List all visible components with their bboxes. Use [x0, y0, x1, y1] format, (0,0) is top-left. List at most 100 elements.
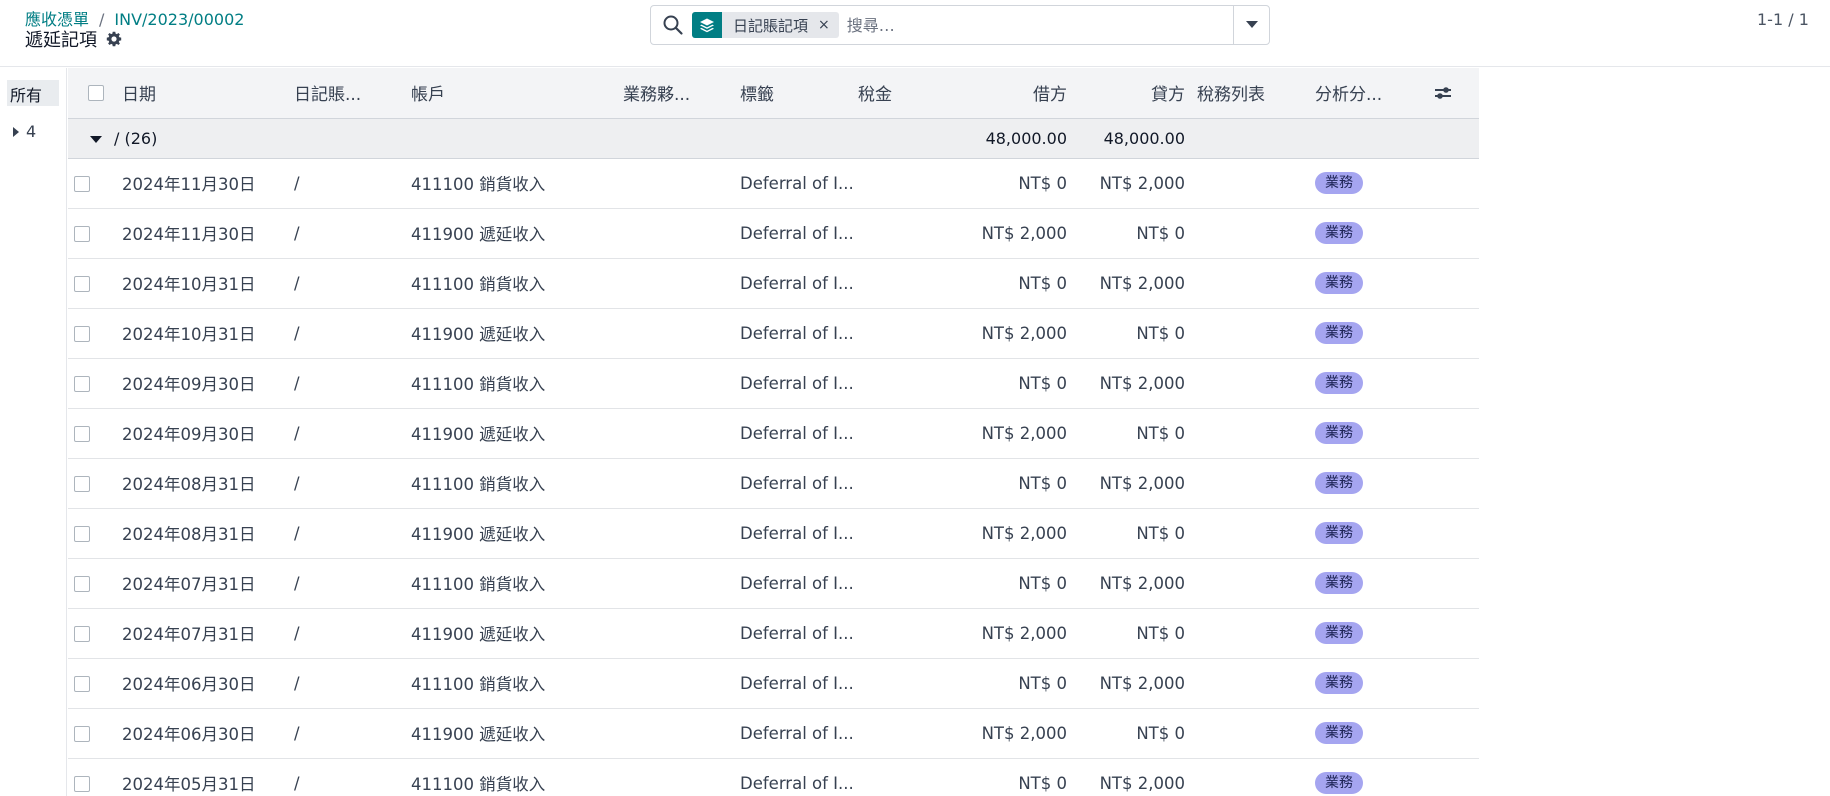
row-checkbox-cell[interactable]: [68, 558, 116, 609]
cell-tax[interactable]: [852, 158, 928, 209]
row-checkbox[interactable]: [74, 526, 90, 542]
table-row[interactable]: 2024年08月31日/411100 銷貨收入 Deferral of I... N…: [68, 458, 1479, 509]
cell-partner[interactable]: [617, 308, 734, 359]
cell-credit[interactable]: NT$ 2,000: [1073, 158, 1191, 209]
cell-account[interactable]: 411900 遞延收入: [405, 708, 617, 759]
column-account[interactable]: 帳戶: [405, 68, 617, 119]
cell-debit[interactable]: NT$ 2,000: [928, 608, 1073, 659]
cell-tax[interactable]: [852, 658, 928, 709]
column-debit[interactable]: 借方: [928, 68, 1073, 119]
cell-journal[interactable]: /: [288, 408, 405, 459]
cell-tax-grids[interactable]: [1191, 708, 1309, 759]
cell-date[interactable]: 2024年09月30日: [116, 408, 288, 459]
cell-analytic[interactable]: 業務: [1309, 608, 1426, 659]
column-tax-grids[interactable]: 稅務列表: [1191, 68, 1309, 119]
table-row[interactable]: 2024年08月31日/411900 遞延收入 Deferral of I... N…: [68, 508, 1479, 559]
cell-label[interactable]: Deferral of I...: [734, 508, 852, 559]
cell-journal[interactable]: /: [288, 358, 405, 409]
cell-account[interactable]: 411900 遞延收入: [405, 508, 617, 559]
column-credit[interactable]: 貸方: [1073, 68, 1191, 119]
cell-journal[interactable]: /: [288, 708, 405, 759]
cell-analytic[interactable]: 業務: [1309, 758, 1426, 796]
row-checkbox-cell[interactable]: [68, 658, 116, 709]
cell-tax[interactable]: [852, 358, 928, 409]
row-checkbox[interactable]: [74, 426, 90, 442]
cell-journal[interactable]: /: [288, 208, 405, 259]
column-partner[interactable]: 業務夥...: [617, 68, 734, 119]
cell-label[interactable]: Deferral of I...: [734, 358, 852, 409]
cell-debit[interactable]: NT$ 0: [928, 658, 1073, 709]
cell-debit[interactable]: NT$ 0: [928, 458, 1073, 509]
cell-journal[interactable]: /: [288, 758, 405, 796]
row-checkbox[interactable]: [74, 176, 90, 192]
cell-debit[interactable]: NT$ 2,000: [928, 708, 1073, 759]
cell-journal[interactable]: /: [288, 258, 405, 309]
search-options-toggle[interactable]: [1233, 6, 1269, 44]
row-checkbox-cell[interactable]: [68, 208, 116, 259]
cell-account[interactable]: 411100 銷貨收入: [405, 158, 617, 209]
cell-tax-grids[interactable]: [1191, 758, 1309, 796]
row-checkbox[interactable]: [74, 626, 90, 642]
cell-partner[interactable]: [617, 258, 734, 309]
cell-journal[interactable]: /: [288, 608, 405, 659]
search-input[interactable]: [846, 15, 1207, 35]
row-checkbox-cell[interactable]: [68, 458, 116, 509]
row-checkbox-cell[interactable]: [68, 158, 116, 209]
select-all-checkbox-cell[interactable]: [68, 68, 116, 119]
cell-date[interactable]: 2024年10月31日: [116, 258, 288, 309]
cell-date[interactable]: 2024年06月30日: [116, 658, 288, 709]
cell-label[interactable]: Deferral of I...: [734, 308, 852, 359]
cell-date[interactable]: 2024年11月30日: [116, 208, 288, 259]
cell-analytic[interactable]: 業務: [1309, 458, 1426, 509]
row-checkbox[interactable]: [74, 776, 90, 792]
cell-partner[interactable]: [617, 558, 734, 609]
cell-tax-grids[interactable]: [1191, 558, 1309, 609]
row-checkbox[interactable]: [74, 276, 90, 292]
cell-credit[interactable]: NT$ 2,000: [1073, 458, 1191, 509]
column-label[interactable]: 標籤: [734, 68, 852, 119]
cell-credit[interactable]: NT$ 0: [1073, 508, 1191, 559]
row-checkbox[interactable]: [74, 376, 90, 392]
cell-account[interactable]: 411100 銷貨收入: [405, 758, 617, 796]
row-checkbox[interactable]: [74, 576, 90, 592]
cell-credit[interactable]: NT$ 2,000: [1073, 258, 1191, 309]
select-all-checkbox[interactable]: [88, 84, 104, 101]
row-checkbox-cell[interactable]: [68, 758, 116, 796]
cell-partner[interactable]: [617, 708, 734, 759]
cell-analytic[interactable]: 業務: [1309, 508, 1426, 559]
cell-date[interactable]: 2024年06月30日: [116, 708, 288, 759]
cell-analytic[interactable]: 業務: [1309, 208, 1426, 259]
cell-tax[interactable]: [852, 458, 928, 509]
cell-account[interactable]: 411900 遞延收入: [405, 608, 617, 659]
row-checkbox-cell[interactable]: [68, 708, 116, 759]
cell-tax[interactable]: [852, 558, 928, 609]
table-row[interactable]: 2024年09月30日/411100 銷貨收入 Deferral of I... N…: [68, 358, 1479, 409]
cell-account[interactable]: 411100 銷貨收入: [405, 558, 617, 609]
cell-date[interactable]: 2024年09月30日: [116, 358, 288, 409]
cell-analytic[interactable]: 業務: [1309, 258, 1426, 309]
cell-credit[interactable]: NT$ 0: [1073, 308, 1191, 359]
column-tax[interactable]: 稅金: [852, 68, 928, 119]
table-row[interactable]: 2024年05月31日/411100 銷貨收入 Deferral of I... N…: [68, 758, 1479, 796]
cell-label[interactable]: Deferral of I...: [734, 208, 852, 259]
optional-columns-toggle[interactable]: [1426, 68, 1479, 119]
cell-tax-grids[interactable]: [1191, 358, 1309, 409]
column-journal[interactable]: 日記賬...: [288, 68, 405, 119]
cell-label[interactable]: Deferral of I...: [734, 658, 852, 709]
cell-date[interactable]: 2024年10月31日: [116, 308, 288, 359]
cell-debit[interactable]: NT$ 2,000: [928, 408, 1073, 459]
cell-partner[interactable]: [617, 408, 734, 459]
cell-label[interactable]: Deferral of I...: [734, 708, 852, 759]
cell-date[interactable]: 2024年08月31日: [116, 508, 288, 559]
cell-credit[interactable]: NT$ 2,000: [1073, 758, 1191, 796]
cell-tax[interactable]: [852, 408, 928, 459]
cell-account[interactable]: 411100 銷貨收入: [405, 458, 617, 509]
cell-partner[interactable]: [617, 358, 734, 409]
row-checkbox[interactable]: [74, 726, 90, 742]
cell-partner[interactable]: [617, 208, 734, 259]
cell-label[interactable]: Deferral of I...: [734, 758, 852, 796]
cell-debit[interactable]: NT$ 2,000: [928, 508, 1073, 559]
table-row[interactable]: 2024年06月30日/411900 遞延收入 Deferral of I... N…: [68, 708, 1479, 759]
table-row[interactable]: 2024年06月30日/411100 銷貨收入 Deferral of I... N…: [68, 658, 1479, 709]
cell-analytic[interactable]: 業務: [1309, 558, 1426, 609]
